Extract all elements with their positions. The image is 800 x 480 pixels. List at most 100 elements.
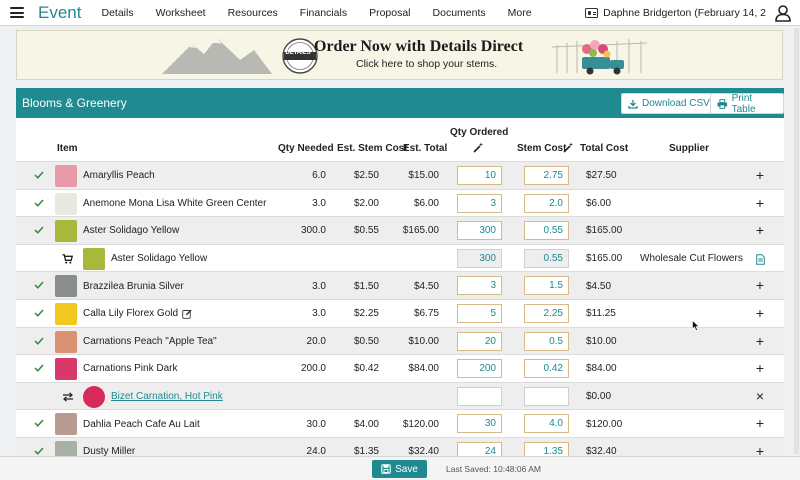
- check-icon: [34, 364, 44, 373]
- stem-cost-input[interactable]: 0.42: [524, 359, 569, 379]
- table-row: Calla Lily Florex Gold 3.0 $2.25 $6.75 5 2.25…: [16, 299, 784, 327]
- item-name[interactable]: Bizet Carnation, Hot Pink: [111, 383, 223, 411]
- nav-item-financials[interactable]: Financials: [300, 7, 347, 19]
- check-icon: [34, 199, 44, 207]
- add-icon[interactable]: +: [754, 223, 766, 237]
- est-stem-cost: [346, 383, 379, 411]
- edit-icon[interactable]: [182, 309, 192, 319]
- event-client-selector[interactable]: Daphne Bridgerton (February 14, 2: [585, 0, 766, 26]
- item-name: Anemone Mona Lisa White Green Center: [83, 197, 267, 209]
- est-total: $32.40: [408, 446, 439, 456]
- qty-ordered-input[interactable]: 300: [457, 221, 502, 241]
- add-icon[interactable]: +: [754, 168, 766, 182]
- cart-icon: [62, 253, 73, 264]
- nav-item-resources[interactable]: Resources: [228, 7, 278, 19]
- print-table-button[interactable]: Print Table: [710, 93, 784, 115]
- qty-needed: 200.0: [300, 363, 326, 375]
- table-row: Bizet Carnation, Hot Pink $0.00 ×: [16, 381, 784, 411]
- table-row: Aster Solidago Yellow 300.0 $0.55 $165.00 30…: [16, 216, 784, 244]
- page-scrollbar[interactable]: [794, 28, 799, 454]
- nav-item-proposal[interactable]: Proposal: [369, 7, 410, 19]
- stem-cost-input[interactable]: 1.5: [524, 276, 569, 296]
- header-qty-ordered: Qty Ordered: [450, 127, 509, 138]
- nav-item-worksheet[interactable]: Worksheet: [156, 7, 206, 19]
- est-stem-cost: $0.42: [353, 363, 379, 375]
- total-cost: $84.00: [586, 363, 617, 375]
- menu-icon[interactable]: [10, 7, 24, 18]
- item-name: Dahlia Peach Cafe Au Lait: [83, 418, 200, 430]
- stem-cost-input[interactable]: 0.55: [524, 248, 569, 268]
- qty-ordered-input[interactable]: 24: [457, 442, 502, 456]
- est-stem-cost: $2.00: [353, 197, 379, 209]
- stem-cost-input[interactable]: 1.35: [524, 442, 569, 456]
- est-total: $10.00: [408, 335, 439, 347]
- add-icon[interactable]: +: [754, 306, 766, 320]
- qty-ordered-input[interactable]: 30: [457, 414, 502, 434]
- remove-icon[interactable]: ×: [754, 389, 766, 403]
- qty-ordered-input[interactable]: 5: [457, 304, 502, 323]
- stem-cost-input[interactable]: [524, 386, 569, 406]
- add-icon[interactable]: +: [754, 278, 766, 292]
- banner-badge: DETAILS: [285, 50, 311, 56]
- qty-ordered-input[interactable]: [457, 386, 502, 406]
- magic-wand-icon[interactable]: [473, 142, 484, 153]
- item-name: Brazzilea Brunia Silver: [83, 280, 184, 292]
- event-client-name: Daphne Bridgerton (February 14, 2: [603, 7, 766, 19]
- add-icon[interactable]: +: [754, 334, 766, 348]
- flower-thumbnail: [83, 385, 105, 408]
- est-total: $165.00: [402, 225, 439, 237]
- est-total: [403, 245, 439, 273]
- check-icon: [34, 309, 44, 317]
- qty-ordered-input[interactable]: 200: [457, 359, 502, 379]
- add-icon[interactable]: +: [754, 361, 766, 375]
- qty-ordered-input[interactable]: 20: [457, 331, 502, 351]
- total-cost: $10.00: [586, 335, 617, 347]
- add-icon[interactable]: +: [754, 416, 766, 430]
- table-row: Brazzilea Brunia Silver 3.0 $1.50 $4.50 3 1.5…: [16, 271, 784, 299]
- contact-card-icon: [585, 8, 599, 18]
- flower-thumbnail: [55, 275, 77, 298]
- qty-needed: [290, 383, 326, 411]
- add-icon[interactable]: +: [754, 196, 766, 210]
- download-csv-button[interactable]: Download CSV: [621, 93, 717, 114]
- nav-item-details[interactable]: Details: [101, 7, 133, 19]
- user-account-icon[interactable]: [774, 4, 792, 22]
- flower-thumbnail: [55, 192, 77, 215]
- qty-needed: 6.0: [312, 170, 326, 182]
- stem-cost-input[interactable]: 4.0: [524, 414, 569, 434]
- stem-cost-input[interactable]: 2.25: [524, 304, 569, 323]
- qty-ordered-input[interactable]: 3: [457, 193, 502, 213]
- qty-needed: [290, 245, 326, 273]
- total-cost: $27.50: [586, 170, 617, 182]
- qty-needed: 24.0: [306, 446, 326, 456]
- document-icon[interactable]: [756, 253, 765, 265]
- table-row: Aster Solidago Yellow 300 0.55 $165.00 Whole…: [16, 243, 784, 273]
- total-cost: $11.25: [586, 308, 616, 320]
- stem-cost-input[interactable]: 0.55: [524, 221, 569, 241]
- est-total: $4.50: [413, 280, 439, 292]
- magic-wand-icon[interactable]: [563, 142, 574, 153]
- header-total-cost: Total Cost: [580, 143, 629, 154]
- qty-needed: 3.0: [312, 280, 326, 292]
- est-stem-cost: [346, 245, 379, 273]
- flower-truck-icon: [551, 39, 648, 75]
- est-total: [403, 383, 439, 411]
- item-name: Carnations Peach "Apple Tea": [83, 335, 217, 347]
- details-direct-banner[interactable]: DETAILS Order Now with Details Direct Cl…: [16, 30, 783, 80]
- qty-ordered-input[interactable]: 3: [457, 276, 502, 296]
- est-stem-cost: $4.00: [353, 418, 379, 430]
- stem-cost-input[interactable]: 0.5: [524, 331, 569, 351]
- est-stem-cost: $0.55: [353, 225, 379, 237]
- add-icon[interactable]: +: [754, 444, 766, 456]
- qty-ordered-input[interactable]: 300: [457, 248, 502, 268]
- stem-cost-input[interactable]: 2.0: [524, 193, 569, 213]
- qty-ordered-input[interactable]: 10: [457, 166, 502, 185]
- table-row: Dahlia Peach Cafe Au Lait 30.0 $4.00 $120.0…: [16, 409, 784, 437]
- stem-cost-input[interactable]: 2.75: [524, 166, 569, 185]
- nav-item-more[interactable]: More: [508, 7, 532, 19]
- nav-item-documents[interactable]: Documents: [433, 7, 486, 19]
- est-total: $6.00: [413, 197, 439, 209]
- table-row: Amaryllis Peach 6.0 $2.50 $15.00 10 2.75 $27.5…: [16, 161, 784, 189]
- save-button[interactable]: Save: [372, 460, 427, 478]
- download-icon: [628, 99, 638, 109]
